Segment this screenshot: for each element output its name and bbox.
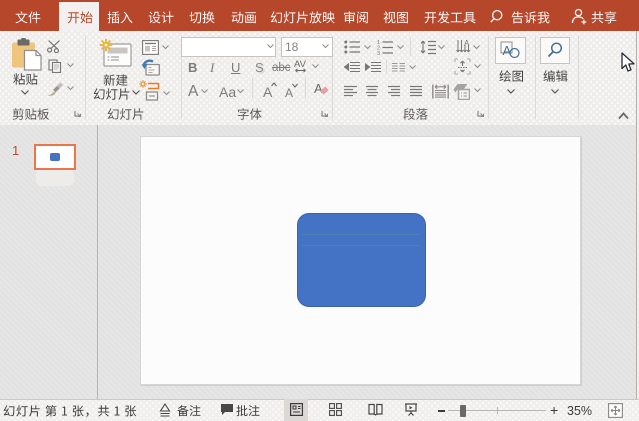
svg-text:3: 3: [377, 51, 380, 55]
svg-text:AV: AV: [294, 59, 307, 70]
svg-text:A: A: [314, 81, 323, 96]
